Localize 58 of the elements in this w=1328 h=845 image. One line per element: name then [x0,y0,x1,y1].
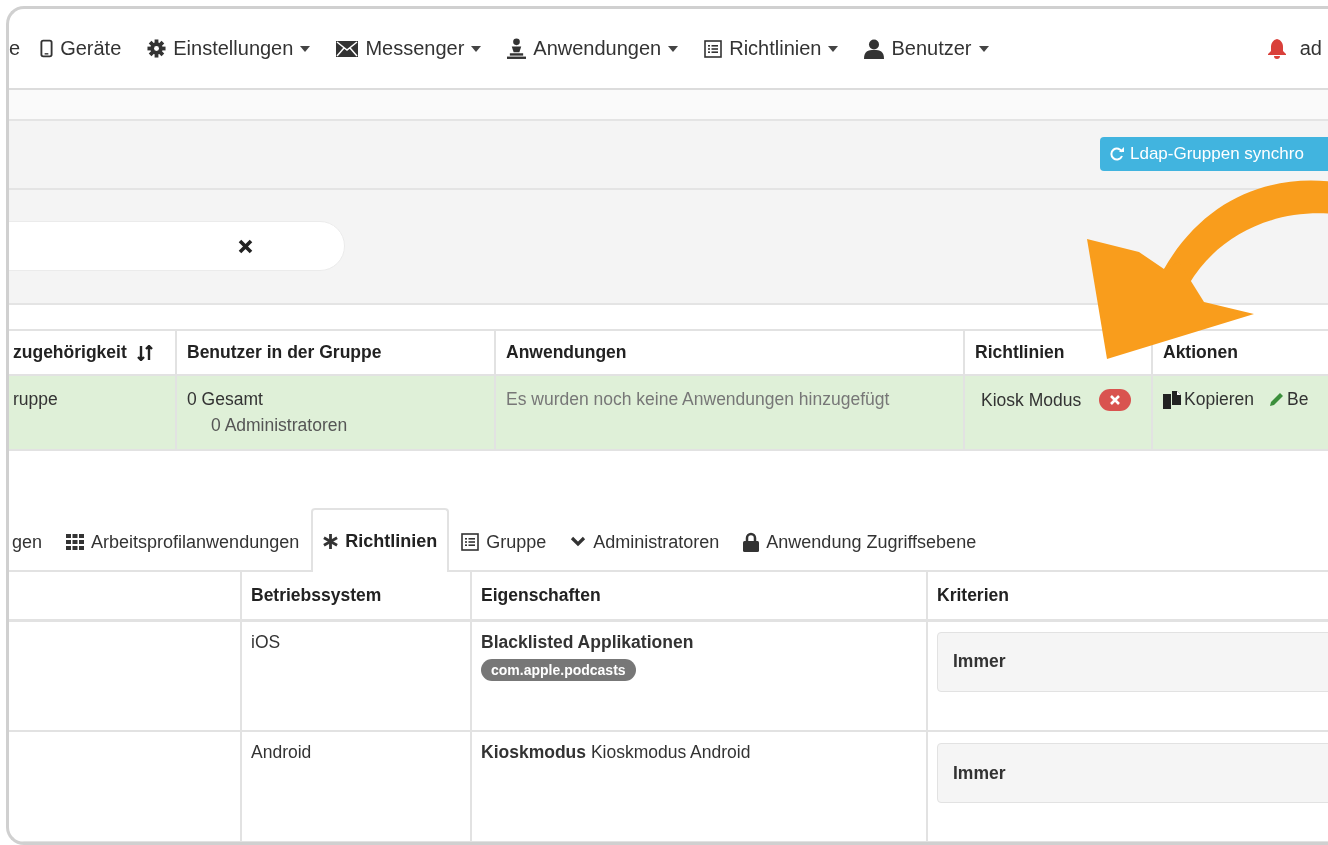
policy-name: Kiosk Modus [981,389,1082,411]
criteria-field: Immer [937,743,1328,803]
user-menu[interactable]: ad [1299,37,1322,60]
search-field[interactable] [9,221,345,271]
nav-link[interactable]: Anwendungen [507,37,679,60]
column-header: Eigenschaften [471,572,927,620]
refresh-icon [1109,146,1125,162]
property-name: Kioskmodus [481,742,587,762]
bell-icon[interactable] [1267,38,1286,59]
clear-icon[interactable] [238,238,253,254]
nav-link[interactable]: e [9,37,21,60]
nav-link[interactable]: Benutzer [864,37,989,60]
caret-icon [300,45,311,52]
column-header: Anwendungen [495,330,964,375]
tab[interactable]: Anwendung Zugriffsebene [731,510,989,572]
gear-icon [147,39,167,58]
remove-icon[interactable] [1099,389,1132,411]
copy-icon [1163,390,1181,409]
caret-icon [668,45,679,52]
caret-icon [828,45,839,52]
user-icon [864,38,885,59]
tab[interactable]: Gruppe [449,510,559,572]
sort-icon[interactable] [136,344,153,361]
property-name: Blacklisted Applikationen [481,631,694,652]
envelope-icon [336,40,359,57]
tab[interactable]: gen [9,510,55,572]
list-icon [461,533,480,551]
property-detail: Kioskmodus Android [590,742,751,762]
lock-icon [743,532,760,552]
caret-icon [978,45,989,52]
table-cell: Es wurden noch keine Anwendungen hinzugefügt [495,375,964,450]
pencil-icon [1268,391,1285,408]
nav-link[interactable]: Richtlinien [704,37,839,60]
list-icon [704,39,723,58]
table-cell: Android [241,731,471,842]
action-link[interactable]: Be [1268,389,1309,410]
caret-icon [471,45,482,52]
column-header: Betriebssystem [241,572,471,620]
admin-count: 0 Administratoren [210,415,349,436]
criteria-field: Immer [937,631,1328,692]
table-cell: ruppe [9,375,176,450]
chevron-down-icon [570,536,587,548]
tablet-icon [40,39,54,58]
table-cell: iOS [241,620,471,731]
tab[interactable]: Richtlinien [311,508,450,572]
asterisk-icon [323,533,339,549]
nav-link[interactable]: Messenger [336,37,482,60]
app-tag: com.apple.podcasts [481,658,636,681]
action-link[interactable]: Kopieren [1163,389,1255,410]
nav-link[interactable]: Geräte [40,37,122,60]
tab[interactable]: Arbeitsprofilanwendungen [54,510,312,572]
pawn-icon [507,38,527,59]
column-header: Benutzer in der Gruppe [176,330,495,375]
grid-icon [66,534,85,550]
column-header[interactable]: zugehörigkeit [9,330,176,375]
user-count: 0 Gesamt [187,389,263,409]
tab[interactable]: Administratoren [558,510,732,572]
nav-link[interactable]: Einstellungen [147,37,311,60]
